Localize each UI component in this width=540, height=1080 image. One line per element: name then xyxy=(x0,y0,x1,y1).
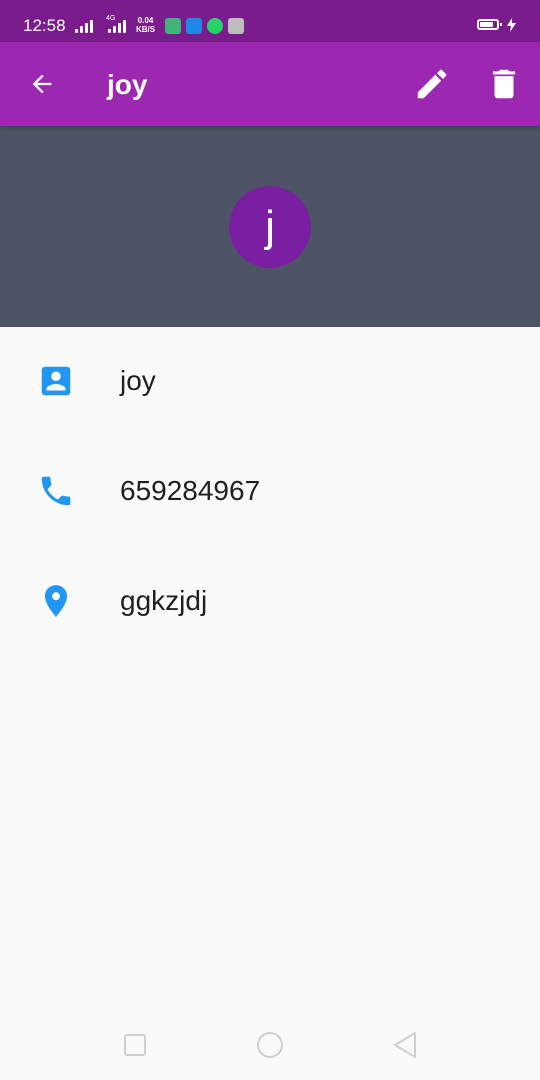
drive-notification-icon xyxy=(228,18,244,34)
status-bar: 12:58 4G 0.04 KB/S xyxy=(0,0,540,42)
page-title: joy xyxy=(107,69,148,100)
back-button[interactable] xyxy=(18,60,66,108)
signal-icon-2 xyxy=(108,18,130,33)
system-nav-bar xyxy=(0,1010,540,1080)
arrow-back-icon xyxy=(32,74,52,94)
trash-icon xyxy=(492,69,516,99)
contact-name: joy xyxy=(120,365,156,396)
location-notification-icon xyxy=(186,18,202,34)
avatar: j xyxy=(229,186,311,268)
app-bar: joy xyxy=(0,42,540,126)
contact-phone: 659284967 xyxy=(120,475,261,506)
speed-unit: KB/S xyxy=(136,25,156,34)
whatsapp-notification-icon xyxy=(207,18,223,34)
charging-icon xyxy=(507,18,516,32)
phone-row: 659284967 xyxy=(0,437,540,547)
maps-notification-icon xyxy=(165,18,181,34)
location-pin-icon xyxy=(44,585,68,617)
signal-icon xyxy=(75,18,97,33)
pencil-icon xyxy=(417,69,447,99)
battery-icon xyxy=(477,19,502,30)
address-row: ggkzjdj xyxy=(0,547,540,657)
status-time: 12:58 xyxy=(23,16,66,35)
speed-value: 0.04 xyxy=(137,16,154,25)
square-icon[interactable] xyxy=(117,1027,153,1063)
name-row: joy xyxy=(0,327,540,437)
contact-header: j xyxy=(0,126,540,327)
contact-card-icon xyxy=(41,366,71,396)
phone-icon xyxy=(41,476,71,506)
triangle-back-icon[interactable] xyxy=(387,1027,423,1063)
network-speed: 0.04 KB/S xyxy=(136,16,155,34)
edit-button[interactable] xyxy=(408,60,456,108)
delete-button[interactable] xyxy=(480,60,528,108)
contact-address: ggkzjdj xyxy=(120,585,208,616)
circle-icon[interactable] xyxy=(252,1027,288,1063)
